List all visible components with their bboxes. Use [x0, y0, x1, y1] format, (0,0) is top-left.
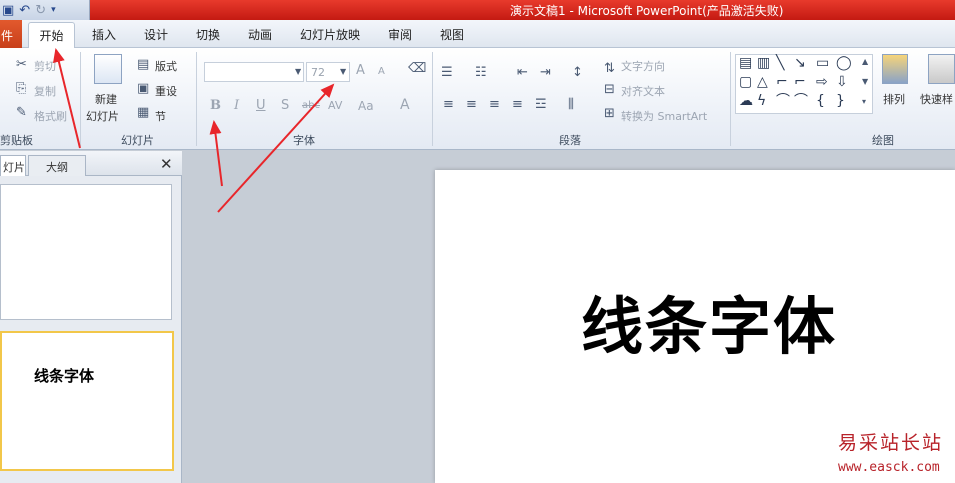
powerpoint-window: ▣ ↶ ↻ ▾ 演示文稿1 - Microsoft PowerPoint(产品激…	[0, 0, 955, 483]
annotation-arrow	[217, 83, 335, 213]
watermark-name: 易采站长站	[838, 432, 944, 454]
annotation-arrow	[53, 48, 81, 149]
annotation-arrow	[209, 120, 223, 187]
annotation-arrows	[53, 48, 335, 213]
watermark-url: www.easck.com	[838, 460, 940, 475]
